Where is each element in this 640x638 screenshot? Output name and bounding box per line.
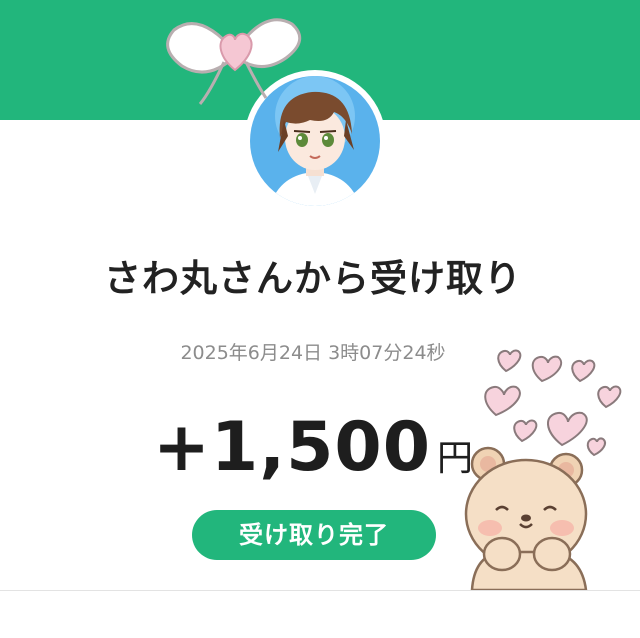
- amount-value: +1,500: [152, 408, 432, 487]
- status-badge: 受け取り完了: [192, 510, 436, 560]
- heart-ribbon-icon: [166, 18, 302, 105]
- transfer-title: さわ丸さんから受け取り: [104, 257, 522, 300]
- bear-icon: [464, 446, 588, 590]
- bottom-area: [0, 591, 640, 638]
